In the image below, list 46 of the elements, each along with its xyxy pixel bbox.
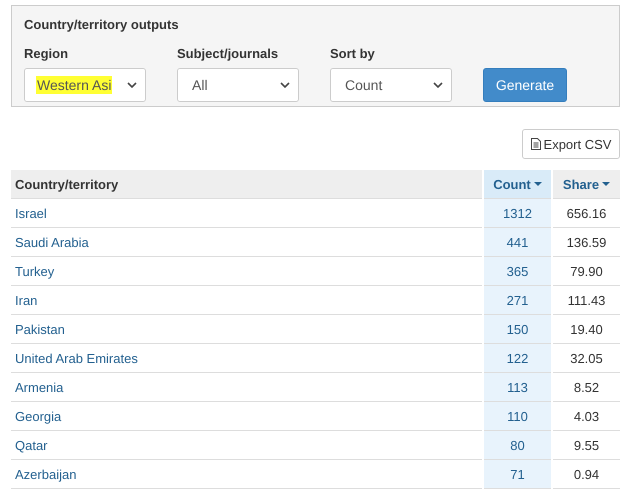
country-link[interactable]: Iran (15, 292, 38, 308)
panel-title: Country/territory outputs (24, 17, 180, 32)
dropdown-select[interactable]: Count (330, 68, 452, 102)
table-cell: 271 (484, 286, 551, 315)
table-cell: 4.03 (553, 402, 620, 431)
table-cell: 80 (484, 431, 551, 460)
country-link[interactable]: United Arab Emirates (15, 350, 138, 366)
document-icon (530, 138, 541, 150)
caret-icon (602, 182, 610, 186)
country-link[interactable]: Turkey (15, 264, 54, 278)
country-link[interactable]: Qatar (15, 438, 48, 452)
table-cell: 71 (484, 460, 551, 489)
field-label: Sort by (330, 46, 376, 61)
field-label: Region (24, 46, 70, 61)
table-cell: 441 (484, 228, 551, 257)
country-link[interactable]: Israel (15, 206, 47, 220)
table-cell: 19.40 (553, 315, 620, 344)
table-cell: 136.59 (553, 228, 620, 257)
country-link[interactable]: Saudi Arabia (15, 234, 89, 250)
dropdown-select[interactable]: Western Asi (24, 68, 146, 102)
country-link[interactable]: Pakistan (15, 322, 65, 336)
caret-icon (534, 182, 542, 186)
table-cell: 122 (484, 344, 551, 373)
generate-button[interactable]: Generate (483, 68, 567, 102)
table-cell: 9.55 (553, 431, 620, 460)
table-cell: 1312 (484, 199, 551, 228)
table-cell: 79.90 (553, 257, 620, 286)
table-cell: 365 (484, 257, 551, 286)
table-cell: 656.16 (553, 199, 620, 228)
chevron-down-icon (433, 82, 443, 88)
country-link[interactable]: Armenia (15, 380, 64, 394)
chevron-down-icon (280, 82, 290, 88)
dropdown-select[interactable]: All (177, 68, 299, 102)
chevron-down-icon (127, 82, 137, 88)
field-label: Subject/journals (177, 46, 280, 61)
country-link[interactable]: Georgia (15, 408, 62, 424)
table-cell: 113 (484, 373, 551, 402)
country-link[interactable]: Azerbaijan (15, 466, 76, 482)
column-header: Country/territory (11, 170, 482, 199)
table-cell: 111.43 (553, 286, 620, 315)
export-csv-button[interactable]: Export CSV (522, 129, 620, 159)
table-cell: 0.94 (553, 460, 620, 489)
table-cell: 8.52 (553, 373, 620, 402)
table-cell: 110 (484, 402, 551, 431)
table-cell: 32.05 (553, 344, 620, 373)
table-cell: 150 (484, 315, 551, 344)
